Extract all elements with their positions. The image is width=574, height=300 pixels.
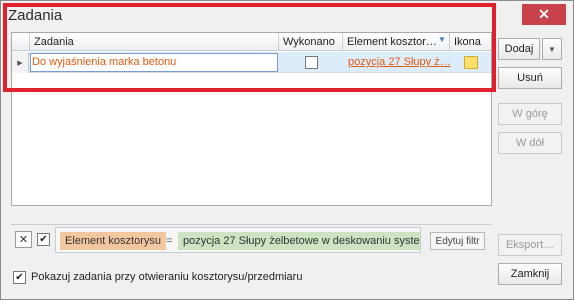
grid-header: Zadania Wykonano Element kosztor… ▼ Ikon… [12,33,491,51]
filter-enabled-checkbox[interactable]: ✔ [37,233,50,246]
filter-icon[interactable]: ▼ [438,36,446,44]
filter-value: pozycja 27 Słupy żelbetowe w deskowaniu … [178,232,420,250]
task-cell[interactable]: Do wyjaśnienia marka betonu [30,53,278,72]
export-button[interactable]: Eksport… [498,234,562,256]
table-row[interactable]: ▶ Do wyjaśnienia marka betonu pozycja 27… [12,52,491,73]
tasks-dialog: Zadania ✕ Zadania Wykonano Element koszt… [0,0,574,300]
header-indicator [12,33,30,51]
column-header-task[interactable]: Zadania [30,33,279,51]
column-header-element[interactable]: Element kosztor… ▼ [343,33,450,51]
done-checkbox[interactable] [305,56,318,69]
column-header-icon[interactable]: Ikona [450,33,493,51]
add-button[interactable]: Dodaj [498,38,540,60]
move-down-button[interactable]: W dół [498,132,562,154]
close-button[interactable]: Zamknij [498,263,562,285]
move-up-button[interactable]: W górę [498,103,562,125]
filter-operator: = [166,235,173,247]
tasks-grid: Zadania Wykonano Element kosztor… ▼ Ikon… [11,32,492,206]
clear-filter-icon[interactable]: ✕ [15,231,32,248]
add-dropdown-button[interactable]: ▼ [542,38,562,60]
filter-bar: ✕ ✔ Element kosztorysu = pozycja 27 Słup… [11,224,492,256]
dialog-title: Zadania [8,7,63,24]
show-on-open-label: Pokazuj zadania przy otwieraniu kosztory… [31,271,303,283]
show-on-open-checkbox[interactable]: ✔ [13,271,26,284]
close-window-button[interactable]: ✕ [522,4,566,25]
element-link[interactable]: pozycja 27 Słupy ż… [348,52,451,73]
row-pointer-icon: ▶ [12,52,29,73]
delete-button[interactable]: Usuń [498,67,562,89]
column-header-element-label: Element kosztor… [347,36,437,48]
filter-expression[interactable]: Element kosztorysu = pozycja 27 Słupy że… [55,227,421,253]
edit-filter-button[interactable]: Edytuj filtr [430,232,485,250]
column-header-done[interactable]: Wykonano [279,33,343,51]
note-icon[interactable] [464,56,478,69]
filter-field: Element kosztorysu [60,232,166,250]
